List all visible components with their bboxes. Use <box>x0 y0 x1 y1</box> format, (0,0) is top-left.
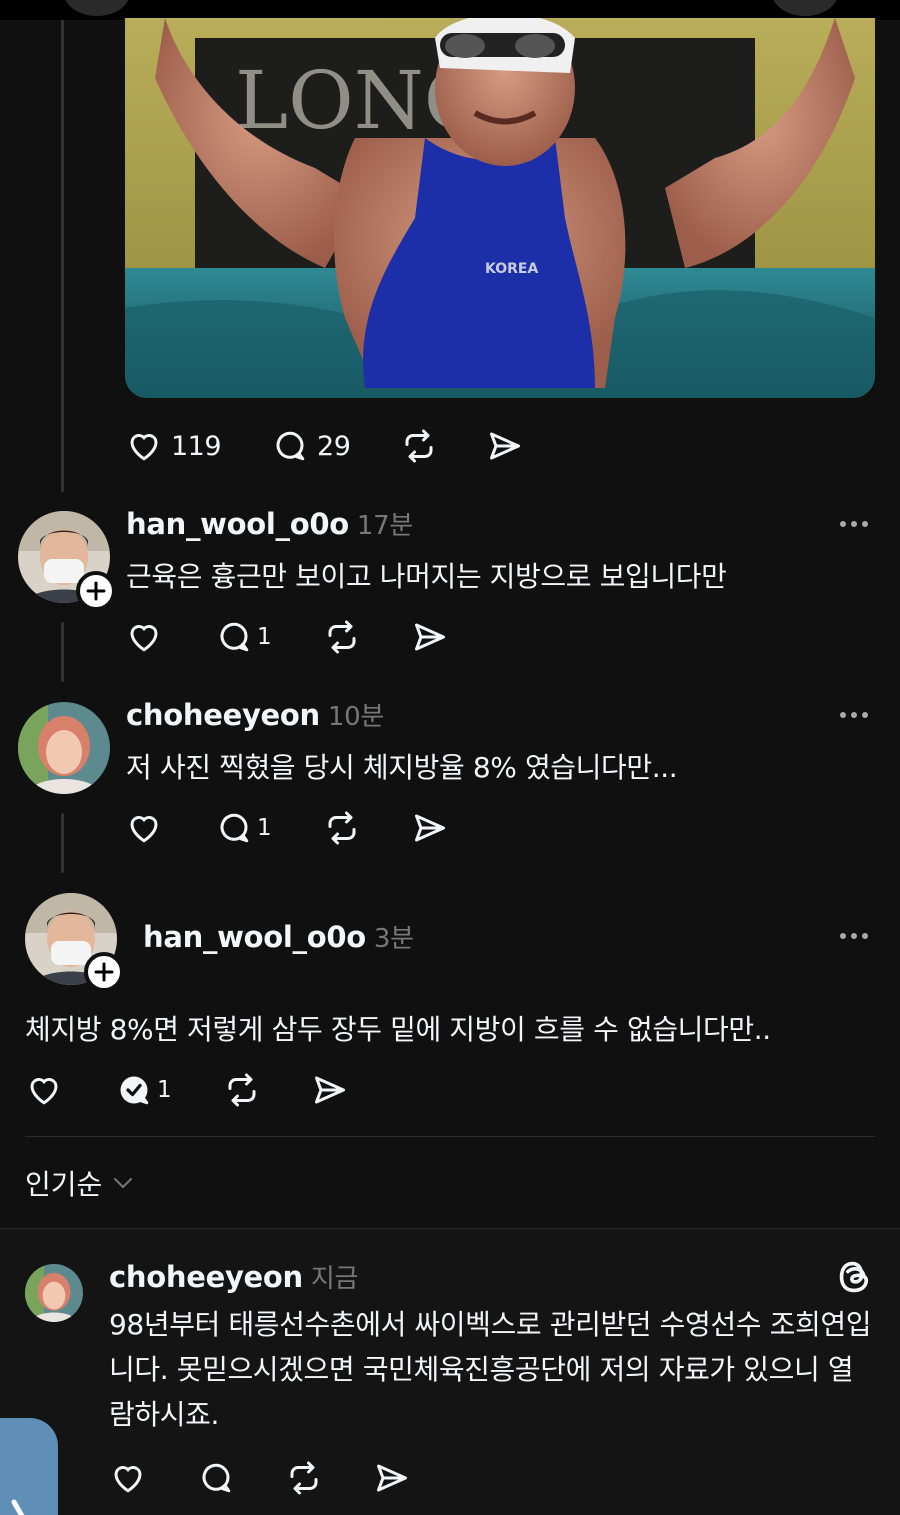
heart-icon <box>130 816 158 843</box>
reply-count: 29 <box>317 430 351 462</box>
send-icon <box>415 623 446 651</box>
send-icon <box>377 1464 407 1492</box>
reply-actions <box>109 1458 411 1498</box>
comment-username[interactable]: han_wool_o0o 3분 <box>143 918 414 955</box>
more-button[interactable] <box>840 933 868 939</box>
timestamp: 3분 <box>373 924 414 954</box>
swimmer-photo: LONGI KOREA <box>125 18 875 398</box>
thread-line <box>61 20 64 492</box>
like-count: 119 <box>171 430 222 462</box>
username-text[interactable]: han_wool_o0o <box>126 507 349 541</box>
comment-text: 체지방 8%면 저렇게 삼두 장두 밑에 지방이 흐를 수 없습니다만.. <box>25 1013 771 1046</box>
avatar-image-woman <box>18 702 110 794</box>
top-button-right[interactable] <box>772 0 838 16</box>
comment-actions: 1 <box>125 617 449 657</box>
send-icon <box>315 1076 346 1104</box>
overlay-mark-icon <box>11 1499 25 1515</box>
comment-username[interactable]: choheeyeon 10분 <box>126 696 384 733</box>
username-text[interactable]: choheeyeon <box>109 1260 303 1294</box>
reply-count: 1 <box>257 815 272 841</box>
plus-icon <box>86 581 106 601</box>
reply-count: 1 <box>257 624 272 650</box>
more-dots-icon <box>840 521 846 527</box>
username-text[interactable]: han_wool_o0o <box>143 920 366 954</box>
reply-count: 1 <box>157 1077 172 1103</box>
send-icon <box>490 432 521 460</box>
speech-bubble-icon <box>276 431 305 461</box>
repost-icon <box>328 811 356 845</box>
thread-line <box>61 813 64 873</box>
like-button[interactable] <box>109 1460 147 1496</box>
timestamp: 지금 <box>310 1264 359 1294</box>
avatar[interactable] <box>25 1264 83 1322</box>
comment-actions: 1 <box>25 1070 349 1110</box>
sort-label: 인기순 <box>25 1168 103 1201</box>
floating-overlay-button[interactable] <box>0 1418 58 1515</box>
sort-dropdown[interactable]: 인기순 <box>25 1163 134 1203</box>
more-dots-icon <box>840 712 846 718</box>
speech-bubble-icon <box>220 813 249 843</box>
reply-button[interactable]: 1 <box>115 1072 172 1108</box>
reply-button[interactable]: 1 <box>215 619 272 655</box>
share-button[interactable] <box>411 810 449 846</box>
reply-button[interactable]: 29 <box>271 428 351 464</box>
more-dots-icon <box>840 933 846 939</box>
photo-suit-text: KOREA <box>485 261 538 277</box>
divider <box>25 1136 875 1137</box>
replied-check-icon <box>120 1076 149 1105</box>
repost-icon <box>405 429 433 463</box>
heart-icon <box>130 434 158 461</box>
share-button[interactable] <box>411 619 449 655</box>
threads-logo <box>836 1257 874 1301</box>
repost-button[interactable] <box>400 428 438 464</box>
heart-icon <box>130 625 158 652</box>
like-button[interactable]: 119 <box>125 428 222 464</box>
reply-button[interactable]: 1 <box>215 810 272 846</box>
comment-username[interactable]: han_wool_o0o 17분 <box>126 505 413 542</box>
send-icon <box>415 814 446 842</box>
speech-bubble-icon <box>220 622 249 652</box>
thread-line <box>61 622 64 682</box>
more-button[interactable] <box>840 521 868 527</box>
username-text[interactable]: choheeyeon <box>126 698 320 732</box>
reply-username[interactable]: choheeyeon 지금 <box>109 1258 358 1295</box>
comment-text: 저 사진 찍혔을 당시 체지방율 8% 였습니다만... <box>126 751 678 784</box>
plus-icon <box>94 962 114 982</box>
heart-icon <box>114 1466 142 1493</box>
share-button[interactable] <box>311 1072 349 1108</box>
avatar-image-woman <box>25 1264 83 1322</box>
repost-button[interactable] <box>223 1072 261 1108</box>
like-button[interactable] <box>125 810 163 846</box>
threads-logo-icon <box>839 1261 869 1293</box>
timestamp: 10분 <box>327 702 384 732</box>
more-button[interactable] <box>840 712 868 718</box>
top-bar <box>0 0 900 20</box>
chevron-down-icon <box>114 1178 133 1188</box>
share-button[interactable] <box>486 428 524 464</box>
like-button[interactable] <box>125 619 163 655</box>
avatar[interactable] <box>18 702 110 794</box>
repost-button[interactable] <box>323 810 361 846</box>
share-button[interactable] <box>373 1460 411 1496</box>
repost-button[interactable] <box>323 619 361 655</box>
repost-icon <box>328 620 356 654</box>
timestamp: 17분 <box>356 511 413 541</box>
top-button-left[interactable] <box>64 0 130 16</box>
follow-button[interactable] <box>76 571 116 611</box>
speech-bubble-icon <box>202 1463 231 1493</box>
comment-text: 근육은 흉근만 보이고 나머지는 지방으로 보입니다만 <box>126 560 727 593</box>
comment-actions: 1 <box>125 808 449 848</box>
heart-icon <box>30 1078 58 1105</box>
reply-button[interactable] <box>197 1460 235 1496</box>
repost-icon <box>290 1461 318 1495</box>
reply-text: 98년부터 태릉선수촌에서 싸이벡스로 관리받던 수영선수 조희연입니다. 못믿… <box>109 1308 872 1431</box>
post-actions: 119 29 <box>125 426 524 466</box>
follow-button[interactable] <box>84 952 124 992</box>
like-button[interactable] <box>25 1072 63 1108</box>
repost-button[interactable] <box>285 1460 323 1496</box>
post-photo[interactable]: LONGI KOREA <box>125 18 875 398</box>
repost-icon <box>228 1073 256 1107</box>
